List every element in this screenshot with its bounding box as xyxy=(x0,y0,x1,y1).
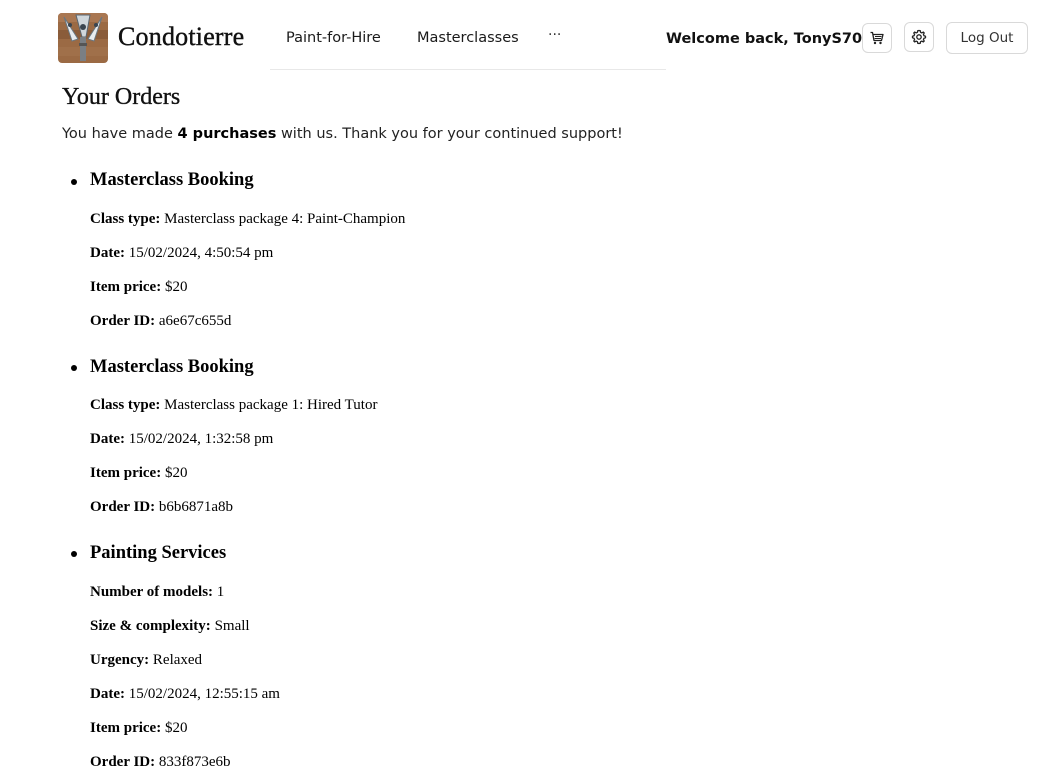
field-value: 15/02/2024, 4:50:54 pm xyxy=(128,245,274,261)
order-field: Urgency: Relaxed xyxy=(90,652,202,669)
field-value: $20 xyxy=(164,279,188,295)
field-value: 15/02/2024, 12:55:15 am xyxy=(128,686,280,702)
order-field: Item price: $20 xyxy=(90,465,187,482)
field-label: Order ID: xyxy=(90,754,156,770)
welcome-message: Welcome back, TonyS70 xyxy=(666,31,863,47)
logout-button[interactable]: Log Out xyxy=(946,22,1028,54)
order-field: Class type: Masterclass package 4: Paint… xyxy=(90,211,405,228)
field-label: Item price: xyxy=(90,720,162,736)
order-field: Order ID: 833f873e6b xyxy=(90,754,231,771)
field-label: Item price: xyxy=(90,279,162,295)
order-field: Size & complexity: Small xyxy=(90,618,250,635)
field-label: Order ID: xyxy=(90,499,156,515)
cart-icon xyxy=(870,31,884,45)
field-value: a6e67c655d xyxy=(158,313,232,329)
main-nav: Paint-for-Hire Masterclasses ··· xyxy=(270,0,666,70)
order-field: Date: 15/02/2024, 12:55:15 am xyxy=(90,686,280,703)
field-label: Class type: xyxy=(90,211,161,227)
field-value: 15/02/2024, 1:32:58 pm xyxy=(128,431,274,447)
field-value: 1 xyxy=(216,584,225,600)
nav-more-icon[interactable]: ··· xyxy=(548,27,561,43)
field-label: Urgency: xyxy=(90,652,150,668)
order-field: Class type: Masterclass package 1: Hired… xyxy=(90,397,377,414)
field-label: Date: xyxy=(90,686,125,702)
field-label: Item price: xyxy=(90,465,162,481)
order-field: Number of models: 1 xyxy=(90,584,224,601)
field-value: Small xyxy=(214,618,250,634)
settings-button[interactable] xyxy=(904,22,934,52)
field-label: Date: xyxy=(90,245,125,261)
brand-name[interactable]: Condotierre xyxy=(118,22,245,52)
order-field: Order ID: b6b6871a8b xyxy=(90,499,233,516)
list-bullet xyxy=(71,179,77,185)
order-title: Masterclass Booking xyxy=(90,170,254,190)
cart-button[interactable] xyxy=(862,23,892,53)
nav-item-paint-for-hire[interactable]: Paint-for-Hire xyxy=(286,30,381,46)
intro-suffix: with us. Thank you for your continued su… xyxy=(276,126,623,142)
intro-prefix: You have made xyxy=(62,126,178,142)
list-bullet xyxy=(71,365,77,371)
gear-icon xyxy=(911,29,927,45)
field-label: Class type: xyxy=(90,397,161,413)
nav-item-masterclasses[interactable]: Masterclasses xyxy=(417,30,519,46)
purchase-count: 4 purchases xyxy=(177,126,277,142)
field-value: 833f873e6b xyxy=(158,754,231,770)
field-label: Size & complexity: xyxy=(90,618,211,634)
order-field: Date: 15/02/2024, 4:50:54 pm xyxy=(90,245,273,262)
order-title: Painting Services xyxy=(90,543,227,563)
field-value: $20 xyxy=(164,465,188,481)
logo-image[interactable] xyxy=(58,13,108,63)
order-field: Date: 15/02/2024, 1:32:58 pm xyxy=(90,431,273,448)
order-field: Order ID: a6e67c655d xyxy=(90,313,231,330)
order-field: Item price: $20 xyxy=(90,279,187,296)
field-value: Masterclass package 4: Paint-Champion xyxy=(164,211,406,227)
page-title: Your Orders xyxy=(62,84,181,110)
field-label: Number of models: xyxy=(90,584,214,600)
purchase-summary: You have made 4 purchases with us. Thank… xyxy=(62,126,623,142)
site-header: Condotierre Paint-for-Hire Masterclasses… xyxy=(0,0,1052,76)
order-title: Masterclass Booking xyxy=(90,357,254,377)
field-value: b6b6871a8b xyxy=(158,499,234,515)
field-value: Masterclass package 1: Hired Tutor xyxy=(164,397,378,413)
field-label: Date: xyxy=(90,431,125,447)
order-field: Item price: $20 xyxy=(90,720,187,737)
paintbrush-logo-icon xyxy=(58,13,108,63)
field-label: Order ID: xyxy=(90,313,156,329)
field-value: $20 xyxy=(164,720,188,736)
field-value: Relaxed xyxy=(152,652,203,668)
list-bullet xyxy=(71,551,77,557)
